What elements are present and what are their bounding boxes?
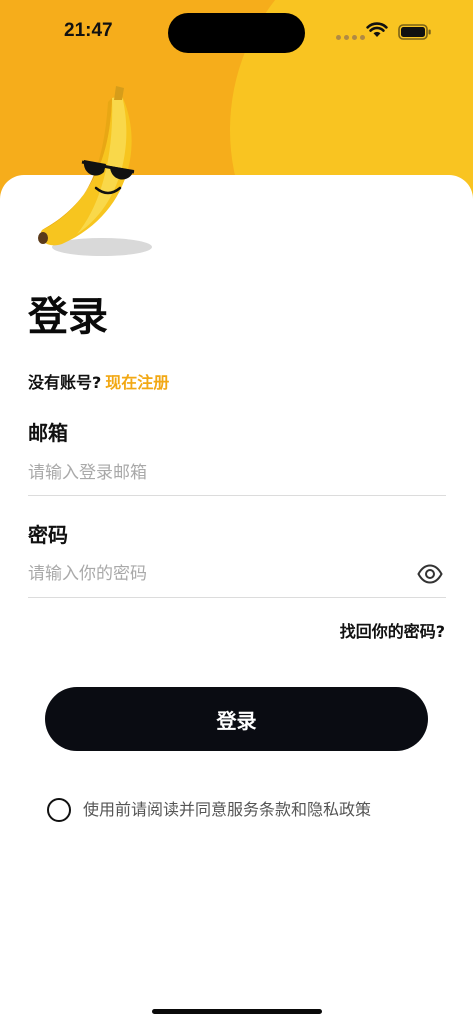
battery-icon: [398, 24, 431, 40]
no-account-text: 没有账号?: [28, 373, 102, 392]
status-bar: 21:47: [0, 0, 473, 64]
signup-prompt: 没有账号? 现在注册: [28, 372, 169, 394]
forgot-password-link[interactable]: 找回你的密码?: [340, 621, 445, 643]
login-button[interactable]: 登录: [45, 687, 428, 751]
agreement-radio[interactable]: [47, 798, 71, 822]
eye-icon[interactable]: [417, 564, 443, 584]
page-title: 登录: [28, 294, 108, 340]
banana-sunglasses-icon: [38, 86, 152, 256]
status-time: 21:47: [64, 20, 113, 41]
email-field[interactable]: [28, 456, 446, 490]
dynamic-island: [168, 13, 305, 53]
signal-dots-icon: [336, 35, 365, 40]
wifi-icon: [366, 22, 388, 37]
email-label: 邮箱: [28, 421, 68, 445]
email-divider: [28, 495, 446, 496]
password-field[interactable]: [28, 557, 408, 591]
password-divider: [28, 597, 446, 598]
agreement-text: 使用前请阅读并同意服务条款和隐私政策: [83, 800, 372, 819]
register-link[interactable]: 现在注册: [105, 373, 169, 392]
home-indicator: [152, 1009, 322, 1014]
password-label: 密码: [28, 523, 68, 547]
